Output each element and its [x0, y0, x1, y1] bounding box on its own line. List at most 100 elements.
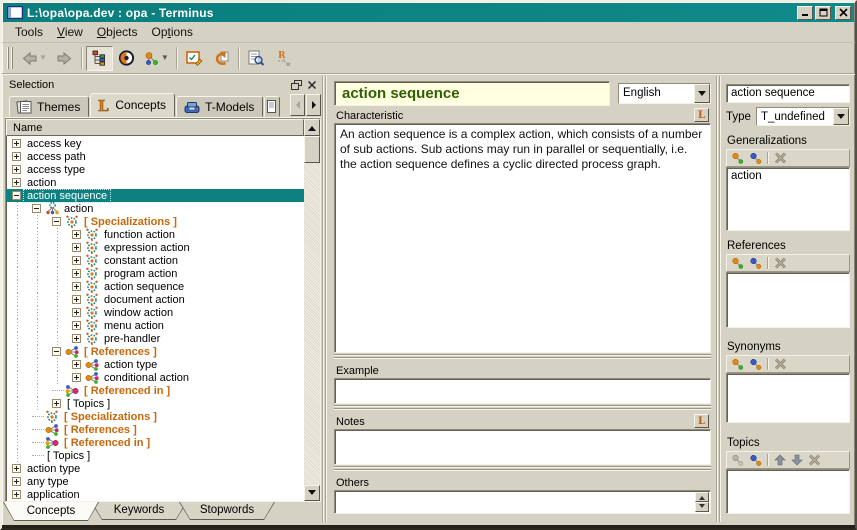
- tree-row[interactable]: constant action: [6, 254, 304, 267]
- bottom-tab-stopwords[interactable]: Stopwords: [179, 502, 275, 520]
- float-icon[interactable]: [289, 78, 303, 91]
- tree-vertical-scrollbar[interactable]: [304, 136, 320, 501]
- tree-row[interactable]: window action: [6, 306, 304, 319]
- tab-scroll-left-button[interactable]: [290, 94, 305, 116]
- type-select[interactable]: T_undefined: [756, 107, 850, 126]
- tree-row[interactable]: application: [6, 488, 304, 501]
- add-concept-icon[interactable]: [731, 358, 744, 370]
- expand-icon[interactable]: [72, 269, 81, 278]
- scrollbar-track[interactable]: [304, 163, 320, 485]
- expand-icon[interactable]: [12, 464, 21, 473]
- expand-icon[interactable]: [12, 477, 21, 486]
- tab-more[interactable]: [264, 96, 280, 117]
- collapse-icon[interactable]: [12, 191, 21, 200]
- expand-icon[interactable]: [72, 321, 81, 330]
- tree-row[interactable]: menu action: [6, 319, 304, 332]
- language-select[interactable]: English: [618, 83, 711, 104]
- tree-row[interactable]: [ References ]: [6, 423, 304, 436]
- tree-row[interactable]: [ Topics ]: [6, 397, 304, 410]
- expand-icon[interactable]: [12, 490, 21, 499]
- list-item[interactable]: action: [731, 170, 845, 183]
- toolbar-handle[interactable]: [7, 47, 14, 69]
- chevron-down-icon[interactable]: ▼: [39, 54, 47, 62]
- maximize-button[interactable]: [815, 6, 831, 20]
- scrollbar-thumb[interactable]: [304, 136, 320, 163]
- refresh-button[interactable]: R: [270, 46, 297, 71]
- tab-concepts[interactable]: LConcepts: [90, 93, 175, 117]
- tree-column-header[interactable]: Name: [6, 119, 304, 136]
- add-ref-icon[interactable]: [749, 358, 762, 370]
- tree-row[interactable]: expression action: [6, 241, 304, 254]
- tab-scroll-right-button[interactable]: [306, 94, 321, 116]
- tree-row[interactable]: action type: [6, 358, 304, 371]
- language-variant-button[interactable]: L: [694, 108, 709, 122]
- tree-view-button[interactable]: [86, 46, 113, 71]
- tab-themes[interactable]: Themes: [9, 96, 89, 117]
- tree-row[interactable]: pre-handler: [6, 332, 304, 345]
- tree-row[interactable]: access path: [6, 150, 304, 163]
- section-splitter[interactable]: [334, 465, 711, 473]
- tree-row[interactable]: [ Specializations ]: [6, 410, 304, 423]
- tree-row[interactable]: access type: [6, 163, 304, 176]
- menu-item-options[interactable]: Options: [145, 23, 200, 41]
- tree-row[interactable]: document action: [6, 293, 304, 306]
- tree-row[interactable]: [ Topics ]: [6, 449, 304, 462]
- objects-button[interactable]: ▼: [140, 46, 173, 71]
- section-list[interactable]: [726, 373, 850, 423]
- collapse-icon[interactable]: [32, 204, 41, 213]
- bottom-tab-concepts[interactable]: Concepts: [3, 502, 99, 521]
- collapse-icon[interactable]: [52, 217, 61, 226]
- tree-row[interactable]: action sequence: [6, 280, 304, 293]
- delete-icon[interactable]: [774, 257, 787, 269]
- expand-icon[interactable]: [72, 282, 81, 291]
- field-others[interactable]: [334, 490, 711, 514]
- minimize-button[interactable]: [797, 6, 813, 20]
- tree-row[interactable]: access key: [6, 137, 304, 150]
- expand-icon[interactable]: [72, 230, 81, 239]
- right-splitter[interactable]: [715, 76, 722, 522]
- menu-item-objects[interactable]: Objects: [90, 23, 145, 41]
- chevron-down-icon[interactable]: [694, 84, 710, 103]
- edit-form-button[interactable]: [181, 46, 208, 71]
- tree-row[interactable]: [ Specializations ]: [6, 215, 304, 228]
- section-list[interactable]: [726, 272, 850, 328]
- section-list[interactable]: [726, 469, 850, 514]
- expand-icon[interactable]: [12, 152, 21, 161]
- term-title[interactable]: action sequence: [334, 81, 610, 106]
- expand-icon[interactable]: [72, 295, 81, 304]
- collapse-icon[interactable]: [52, 347, 61, 356]
- expand-icon[interactable]: [12, 178, 21, 187]
- close-button[interactable]: [835, 6, 851, 20]
- tree-row[interactable]: [ Referenced in ]: [6, 436, 304, 449]
- left-splitter[interactable]: [321, 76, 328, 522]
- language-variant-button[interactable]: L: [694, 414, 709, 428]
- tree-row[interactable]: conditional action: [6, 371, 304, 384]
- concept-name-field[interactable]: action sequence: [726, 84, 850, 103]
- add-concept-icon[interactable]: [731, 257, 744, 269]
- field-characteristic[interactable]: An action sequence is a complex action, …: [334, 123, 711, 353]
- delete-icon[interactable]: [774, 358, 787, 370]
- tab-t-models[interactable]: T-Models: [176, 96, 263, 117]
- tree-row[interactable]: action: [6, 202, 304, 215]
- expand-icon[interactable]: [52, 399, 61, 408]
- tree-row[interactable]: [ References ]: [6, 345, 304, 358]
- delete-icon[interactable]: [808, 454, 821, 466]
- add-ref-icon[interactable]: [749, 454, 762, 466]
- expand-icon[interactable]: [72, 243, 81, 252]
- add-ref-icon[interactable]: [749, 152, 762, 164]
- add-concept-icon[interactable]: [731, 152, 744, 164]
- expand-icon[interactable]: [72, 360, 81, 369]
- delete-icon[interactable]: [774, 152, 787, 164]
- expand-icon[interactable]: [72, 334, 81, 343]
- tree-row[interactable]: action type: [6, 462, 304, 475]
- add-ref-icon[interactable]: [749, 257, 762, 269]
- chevron-down-icon[interactable]: [833, 108, 849, 125]
- tree-row[interactable]: action: [6, 176, 304, 189]
- expand-icon[interactable]: [12, 139, 21, 148]
- report-button[interactable]: [243, 46, 270, 71]
- undo-button[interactable]: [208, 46, 235, 71]
- section-splitter[interactable]: [334, 353, 711, 361]
- section-splitter[interactable]: [334, 404, 711, 412]
- expand-icon[interactable]: [72, 308, 81, 317]
- forward-button[interactable]: [51, 46, 78, 71]
